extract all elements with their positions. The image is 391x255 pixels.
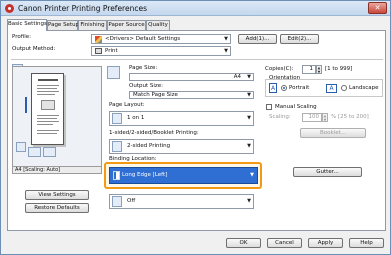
help-button[interactable]: Help (349, 238, 384, 248)
preview-title-bar (38, 79, 58, 81)
preview-status: A4 [Scaling: Auto] (12, 166, 102, 174)
preview-text-line (37, 133, 57, 134)
copies-label: Copies(C): (265, 66, 294, 72)
printing-label: 1-sided/2-sided/Booklet Printing: (109, 130, 199, 136)
portrait-label: Portrait (289, 85, 310, 91)
canon-app-icon (5, 4, 14, 13)
printing-select[interactable]: 2-sided Printing ▼ (109, 139, 254, 154)
output-method-label: Output Method: (12, 46, 56, 52)
ok-button[interactable]: OK (226, 238, 261, 248)
printing-value: 2-sided Printing (127, 143, 171, 149)
preview-text-line (37, 88, 57, 89)
output-size-value: Match Page Size (133, 92, 178, 98)
profile-select[interactable]: <Drivers> Default Settings ▼ (91, 34, 231, 44)
profile-pencil-icon (95, 36, 102, 43)
close-button[interactable]: ✕ (368, 2, 387, 14)
chevron-down-icon: ▼ (247, 198, 251, 204)
page-size-label: Page Size: (129, 65, 158, 71)
chevron-down-icon: ▼ (247, 115, 251, 121)
portrait-radio[interactable] (281, 85, 287, 91)
chevron-down-icon: ▼ (224, 48, 228, 54)
staple-icon (112, 196, 122, 207)
cancel-button[interactable]: Cancel (267, 238, 302, 248)
layout-icon (43, 147, 56, 157)
staple-select[interactable]: Off ▼ (109, 194, 254, 209)
preview-text-line (37, 130, 59, 131)
binding-left-icon (113, 171, 120, 180)
binding-location-value: Long Edge [Left] (122, 172, 168, 178)
tab-basic-settings[interactable]: Basic Settings (7, 19, 47, 31)
landscape-radio[interactable] (341, 85, 347, 91)
title-bar: Canon Printer Printing Preferences ✕ (1, 1, 390, 16)
portrait-icon: A (269, 83, 277, 93)
binding-location-select[interactable]: Long Edge [Left] ▼ (109, 167, 258, 184)
output-method-value: Print (105, 48, 118, 54)
preview-text-line (37, 85, 59, 86)
preview-text-line (37, 124, 53, 125)
landscape-icon: A (326, 84, 337, 93)
binding-marker (25, 97, 29, 113)
copies-input[interactable]: 1 (302, 65, 316, 74)
chevron-down-icon: ▼ (247, 74, 251, 80)
page-size-select[interactable]: A4 ▼ (129, 73, 254, 81)
duplex-icon (28, 147, 41, 157)
restore-defaults-button[interactable]: Restore Defaults (25, 203, 89, 213)
landscape-label: Landscape (349, 85, 379, 91)
tab-finishing[interactable]: Finishing (78, 20, 107, 30)
output-method-select[interactable]: Print ▼ (91, 46, 231, 56)
page-size-icon (107, 66, 120, 79)
copies-range: [1 to 999] (325, 66, 353, 72)
scaling-spinner[interactable]: ▲ ▼ (322, 113, 328, 122)
page-layout-icon (112, 113, 122, 124)
tab-page-setup[interactable]: Page Setup (47, 20, 79, 30)
preview-text-line (37, 118, 57, 119)
scaling-range: % [25 to 200] (331, 114, 369, 120)
profile-edit-button[interactable]: Edit(2)... (280, 34, 319, 44)
tab-quality[interactable]: Quality (146, 20, 170, 30)
window-title: Canon Printer Printing Preferences (18, 4, 147, 13)
page-layout-label: Page Layout: (109, 102, 145, 108)
apply-button[interactable]: Apply (308, 238, 343, 248)
preview-text-line (37, 121, 59, 122)
page-size-value: A4 (233, 74, 241, 80)
booklet-button[interactable]: Booklet... (300, 128, 366, 138)
scaling-label: Scaling: (269, 114, 291, 120)
profile-value: <Drivers> Default Settings (105, 36, 181, 42)
output-size-label: Output Size: (129, 83, 163, 89)
preview-paper (31, 73, 64, 145)
gutter-button[interactable]: Gutter... (293, 167, 362, 177)
preview-text-line (37, 94, 55, 95)
tab-paper-source[interactable]: Paper Source (107, 20, 146, 30)
chevron-down-icon: ▼ (247, 143, 251, 149)
page-layout-value: 1 on 1 (127, 115, 145, 121)
duplex-icon (112, 141, 122, 152)
printer-icon (95, 48, 102, 54)
page-preview (12, 66, 102, 174)
copies-spinner[interactable]: ▲ ▼ (316, 65, 322, 74)
preview-text-line (37, 91, 59, 92)
chevron-down-icon: ▼ (224, 36, 228, 42)
divider (11, 59, 383, 60)
profile-label: Profile: (12, 34, 31, 40)
stack-icon (16, 142, 26, 152)
page-layout-select[interactable]: 1 on 1 ▼ (109, 111, 254, 126)
basic-settings-panel: Profile: <Drivers> Default Settings ▼ Ad… (7, 30, 386, 231)
profile-add-button[interactable]: Add(1)... (238, 34, 277, 44)
chevron-down-icon: ▼ (250, 172, 254, 178)
preview-image (41, 100, 55, 110)
preview-text-line (37, 115, 59, 116)
chevron-down-icon: ▼ (247, 92, 251, 98)
orientation-group: A Portrait A Landscape (265, 79, 383, 97)
scaling-input[interactable]: 100 (302, 113, 322, 122)
dialog-footer: OK Cancel Apply Help (7, 233, 386, 253)
manual-scaling-checkbox[interactable] (266, 104, 272, 110)
printing-preferences-window: Canon Printer Printing Preferences ✕ Bas… (0, 0, 391, 255)
staple-value: Off (127, 198, 136, 204)
output-size-select[interactable]: Match Page Size ▼ (129, 91, 254, 99)
view-settings-button[interactable]: View Settings (25, 190, 89, 200)
manual-scaling-label: Manual Scaling (275, 104, 317, 110)
